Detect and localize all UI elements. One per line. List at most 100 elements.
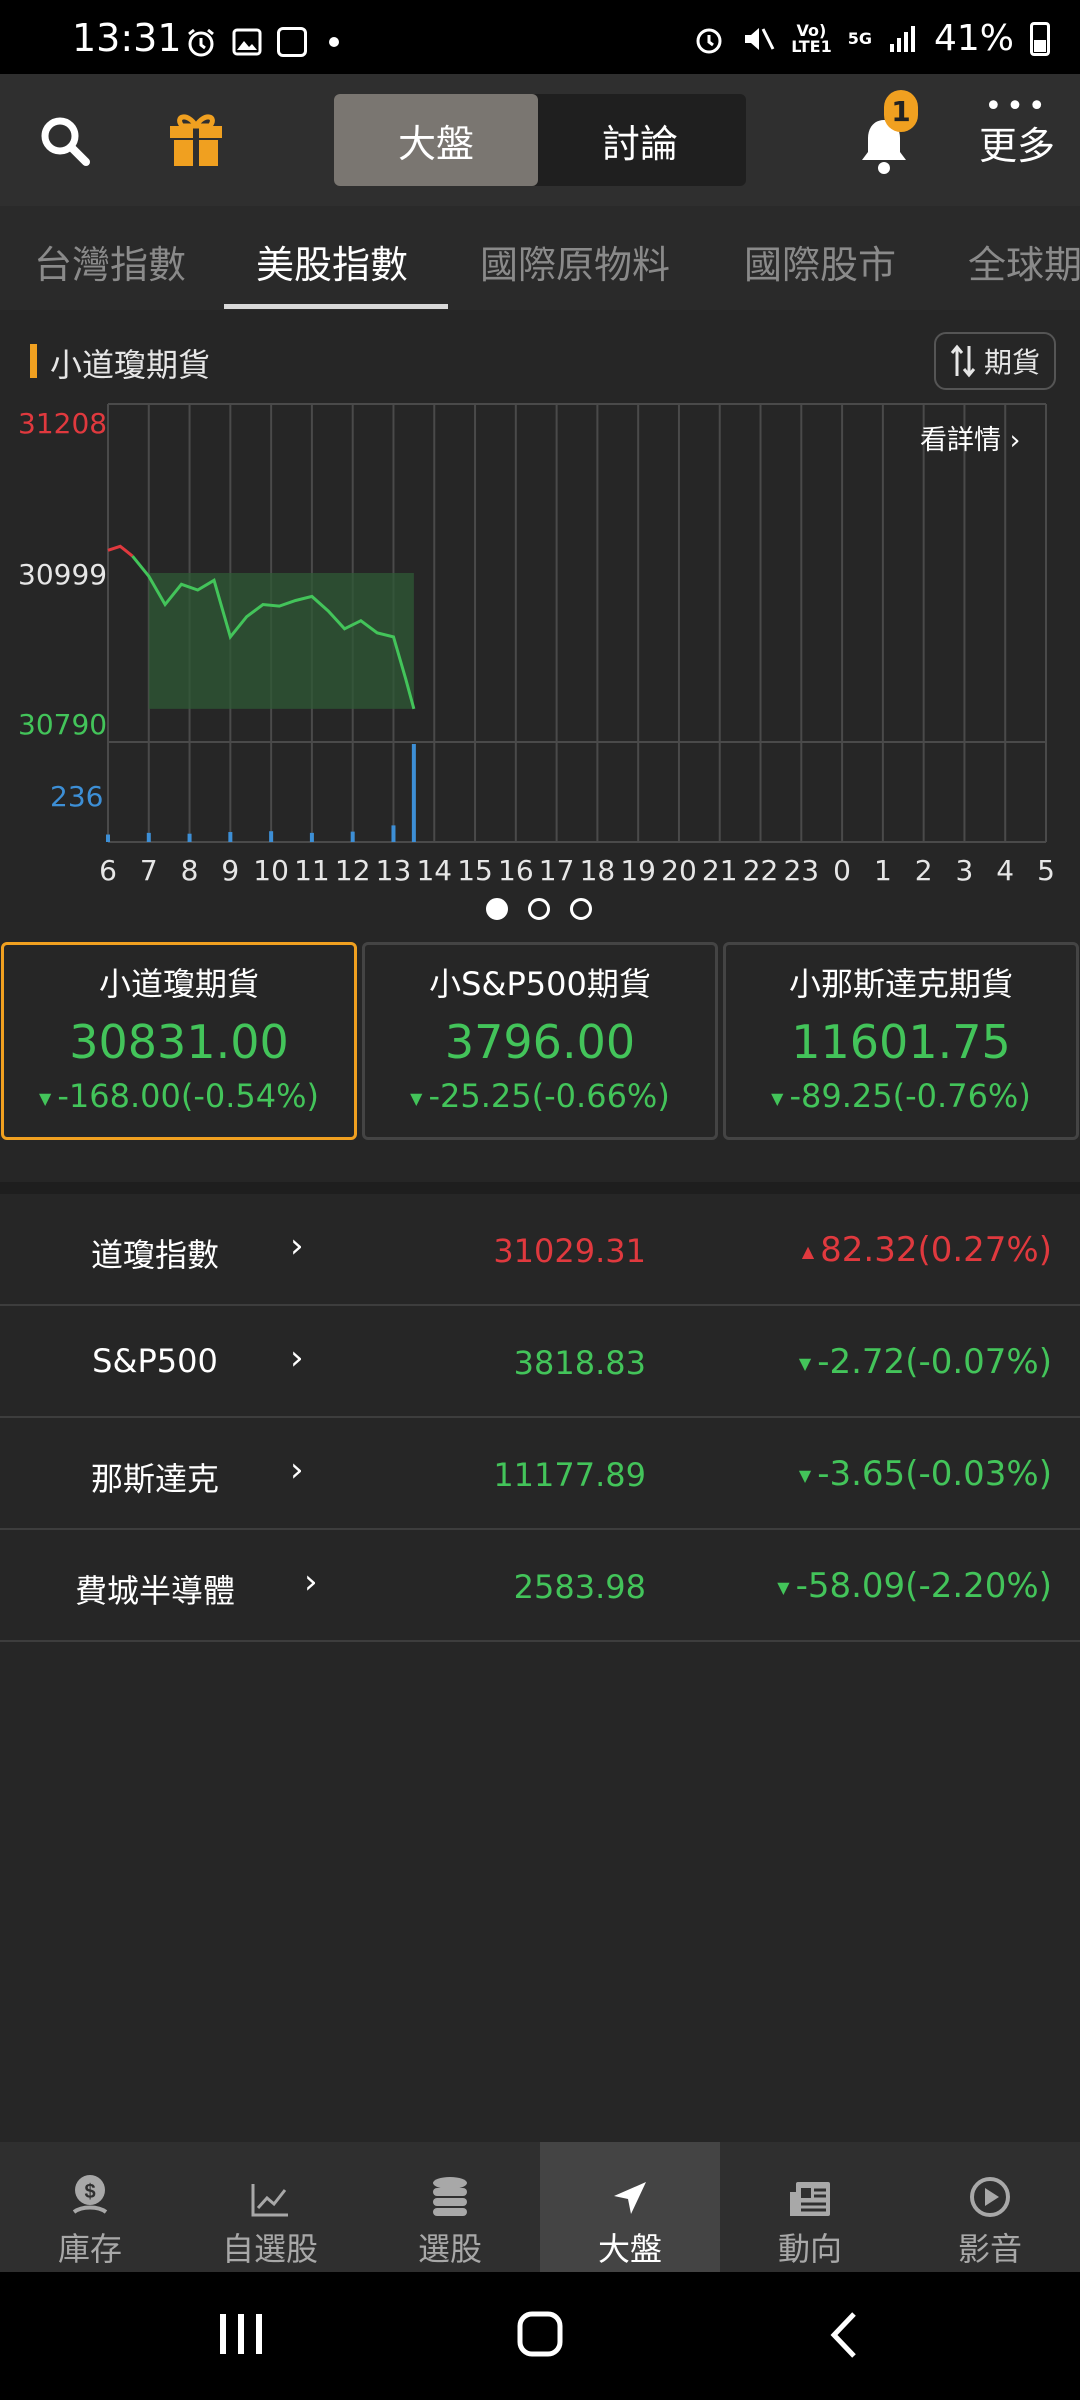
futures-switch-label: 期貨 xyxy=(983,346,1040,379)
app-header: 大盤 討論 1 ••• 更多 xyxy=(0,74,1080,206)
money-bag-icon: $ xyxy=(72,2175,108,2214)
nav-label: 大盤 xyxy=(597,2230,662,2268)
search-icon[interactable] xyxy=(38,114,92,168)
x-tick-label: 16 xyxy=(498,854,534,887)
index-row-nasdaq[interactable]: 那斯達克 › 11177.89 ▼ -3.65(-0.03%) xyxy=(0,1418,1080,1530)
index-change: 82.32(0.27%) xyxy=(820,1230,1052,1270)
tab-international-markets[interactable]: 國際股市 xyxy=(744,234,896,289)
play-circle-icon xyxy=(970,2177,1010,2217)
tab-global-futures[interactable]: 全球期 xyxy=(968,234,1080,289)
volume-bar xyxy=(269,831,274,842)
down-triangle-icon: ▼ xyxy=(777,1578,790,1597)
more-button[interactable]: ••• 更多 xyxy=(972,92,1062,170)
nav-video[interactable]: 影音 xyxy=(900,2142,1080,2272)
x-tick-label: 17 xyxy=(539,854,575,887)
svg-text:$: $ xyxy=(84,2181,95,2203)
coin-stack-icon xyxy=(433,2177,467,2216)
nav-stock-picker[interactable]: 選股 xyxy=(360,2142,540,2272)
x-tick-label: 19 xyxy=(620,854,656,887)
volume-bar xyxy=(228,832,233,842)
line-chart-icon xyxy=(251,2184,288,2217)
navigation-arrow-icon xyxy=(614,2182,646,2214)
back-icon[interactable] xyxy=(826,2310,862,2360)
futures-card-mini-nasdaq[interactable]: 小那斯達克期貨 11601.75 ▼ -89.25(-0.76%) xyxy=(723,942,1079,1140)
index-change: -3.65(-0.03%) xyxy=(817,1454,1052,1494)
nav-watchlist[interactable]: 自選股 xyxy=(180,2142,360,2272)
bottom-navigation: $ 庫存 自選股 選股 大盤 動向 影音 xyxy=(0,2142,1080,2272)
tab-us-index[interactable]: 美股指數 xyxy=(256,234,408,289)
card-change: -89.25(-0.76%) xyxy=(789,1077,1031,1115)
recent-apps-icon[interactable] xyxy=(216,2312,266,2356)
futures-card-mini-sp500[interactable]: 小S&P500期貨 3796.00 ▼ -25.25(-0.66%) xyxy=(362,942,718,1140)
x-tick-label: 3 xyxy=(956,854,974,887)
battery-percent: 41% xyxy=(933,18,1014,59)
view-details-link[interactable]: 看詳情 › xyxy=(920,418,1020,457)
chevron-right-icon: › xyxy=(290,1338,304,1378)
home-icon[interactable] xyxy=(516,2310,564,2358)
volume-bar xyxy=(350,831,355,842)
notification-badge: 1 xyxy=(884,90,918,132)
nav-market[interactable]: 大盤 xyxy=(540,2142,720,2272)
intraday-chart[interactable]: 31208 30999 30790 236 6 7 8 9 10 11 12 13 14 15 16… xyxy=(0,396,1080,896)
gift-icon[interactable] xyxy=(166,108,226,168)
y-label-high: 31208 xyxy=(18,407,107,440)
status-time: 13:31 xyxy=(72,16,182,60)
chart-title: 小道瓊期貨 xyxy=(50,346,211,384)
more-label: 更多 xyxy=(978,124,1055,168)
pager-dot-1[interactable] xyxy=(486,898,508,920)
index-name: 道瓊指數 xyxy=(90,1236,219,1274)
app-notification-icon xyxy=(277,27,307,57)
nav-trends[interactable]: 動向 xyxy=(720,2142,900,2272)
x-tick-label: 7 xyxy=(140,854,158,887)
y-label-low: 30790 xyxy=(18,708,107,741)
mute-icon xyxy=(745,27,775,50)
gallery-icon xyxy=(232,28,262,56)
x-axis-ticks: 6 7 8 9 10 11 12 13 14 15 16 17 18 19 20 21 22 23 0 1 2 3 4 5 xyxy=(99,854,1055,887)
x-tick-label: 23 xyxy=(783,854,819,887)
pager-dot-3[interactable] xyxy=(570,898,592,920)
status-system-icons: Vo) LTE1 5G 41% xyxy=(693,18,1050,59)
index-row-dow[interactable]: 道瓊指數 › 31029.31 ▲ 82.32(0.27%) xyxy=(0,1194,1080,1306)
reference-band xyxy=(148,573,414,709)
battery-icon xyxy=(1030,21,1050,56)
index-row-sp500[interactable]: S&P500 › 3818.83 ▼ -2.72(-0.07%) xyxy=(0,1306,1080,1418)
x-tick-label: 14 xyxy=(416,854,452,887)
newspaper-icon xyxy=(790,2182,830,2216)
x-tick-label: 5 xyxy=(1037,854,1055,887)
futures-card-mini-dow[interactable]: 小道瓊期貨 30831.00 ▼ -168.00(-0.54%) xyxy=(1,942,357,1140)
tab-taiwan-index[interactable]: 台灣指數 xyxy=(34,234,186,289)
up-triangle-icon: ▲ xyxy=(801,1242,815,1261)
tab-commodities[interactable]: 國際原物料 xyxy=(480,234,670,289)
index-row-sox[interactable]: 費城半導體 › 2583.98 ▼ -58.09(-2.20%) xyxy=(0,1530,1080,1642)
signal-icon xyxy=(889,25,915,52)
index-value: 2583.98 xyxy=(513,1568,646,1606)
card-name: 小道瓊期貨 xyxy=(98,965,259,1003)
more-dots-icon: ••• xyxy=(984,89,1050,124)
futures-switch-button[interactable]: 期貨 xyxy=(934,332,1056,390)
chevron-right-icon: › xyxy=(290,1226,304,1266)
nav-inventory[interactable]: $ 庫存 xyxy=(0,2142,180,2272)
nav-label: 動向 xyxy=(777,2230,842,2268)
chevron-right-icon: › xyxy=(304,1562,318,1602)
index-change: -58.09(-2.20%) xyxy=(795,1566,1052,1606)
chart-title-accent xyxy=(30,344,37,378)
x-tick-label: 12 xyxy=(335,854,371,887)
x-tick-label: 9 xyxy=(221,854,239,887)
x-tick-label: 8 xyxy=(181,854,199,887)
nav-label: 自選股 xyxy=(221,2230,318,2268)
segment-market[interactable]: 大盤 xyxy=(334,94,538,186)
nav-label: 選股 xyxy=(417,2230,482,2268)
status-notification-icons xyxy=(185,26,339,58)
card-change: -25.25(-0.66%) xyxy=(428,1077,670,1115)
index-value: 31029.31 xyxy=(493,1232,646,1270)
segment-discussion[interactable]: 討論 xyxy=(538,94,742,186)
index-list: 道瓊指數 › 31029.31 ▲ 82.32(0.27%) S&P500 › 3… xyxy=(0,1182,1080,1642)
x-tick-label: 0 xyxy=(833,854,851,887)
volume-bar xyxy=(411,744,416,842)
pager-dot-2[interactable] xyxy=(528,898,550,920)
card-value: 3796.00 xyxy=(444,1015,636,1069)
volume-bar xyxy=(106,834,110,842)
x-tick-label: 10 xyxy=(253,854,289,887)
down-triangle-icon: ▼ xyxy=(798,1354,812,1373)
chevron-right-icon: › xyxy=(290,1450,304,1490)
